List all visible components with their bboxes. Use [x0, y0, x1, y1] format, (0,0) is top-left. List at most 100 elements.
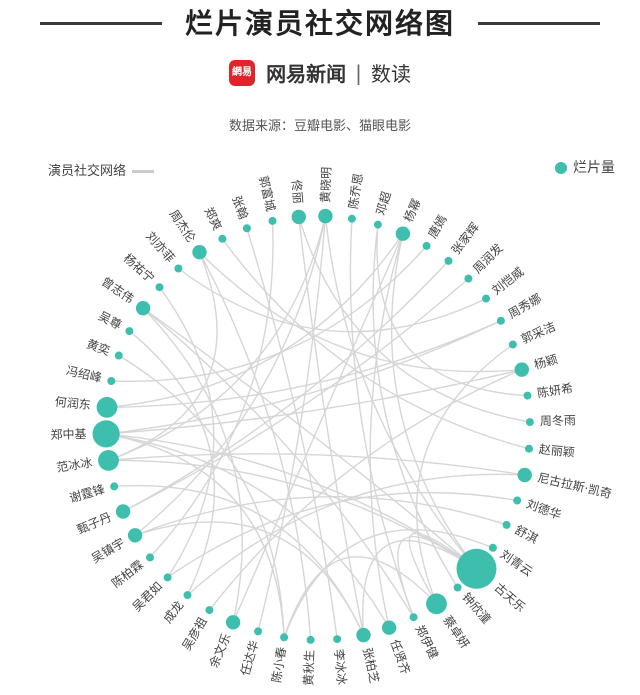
label-layer: 黄晓明 陈乔恩 邓超 杨幂唐嫣 张家辉周润发刘恺威周秀娜郭采洁杨颖陈妍希周冬雨赵丽颖尼古… [50, 167, 613, 686]
actor-node [496, 316, 505, 325]
actor-label: 张柏芝 [360, 646, 382, 684]
actor-node [513, 496, 522, 505]
actor-label: 吴镇宇 [89, 536, 127, 566]
actor-label: 古天乐 [492, 580, 529, 615]
actor-label: 任贤齐 [387, 637, 413, 676]
network-edge [122, 260, 450, 513]
actor-node [98, 450, 119, 471]
network-edge [108, 453, 525, 476]
actor-node [242, 224, 251, 233]
actor-label: 唐嫣 [424, 212, 449, 240]
actor-label: 张翰 [229, 193, 251, 221]
actor-label: 张家辉 [448, 219, 482, 257]
actor-label: 甄子丹 [75, 510, 114, 537]
network-edge [177, 267, 487, 333]
actor-node [218, 234, 227, 243]
network-edge [298, 216, 365, 636]
actor-label: 周杰伦 [167, 207, 200, 245]
actor-node [525, 418, 534, 427]
actor-label: 周冬雨 [540, 412, 576, 428]
actor-node [482, 294, 490, 303]
actor-label: 吴君如 [129, 578, 165, 614]
actor-label: 杨颖 [532, 351, 559, 372]
actor-node [268, 216, 277, 225]
actor-node [514, 362, 529, 377]
actor-label: 陈柏霖 [108, 557, 146, 591]
actor-label: 刘德华 [524, 496, 563, 522]
network-edge [134, 496, 507, 536]
actor-node [456, 548, 497, 589]
actor-label: 吴尊 [96, 308, 124, 332]
network-diagram: 黄晓明 陈乔恩 邓超 杨幂唐嫣 张家辉周润发刘恺威周秀娜郭采洁杨颖陈妍希周冬雨赵丽颖尼古… [50, 167, 613, 686]
actor-label: 陈妍希 [536, 380, 574, 400]
actor-label: 蔡卓妍 [440, 613, 472, 651]
actor-label: 佟丽 [289, 179, 306, 204]
actor-node [444, 256, 453, 265]
actor-label: 成龙 [161, 598, 187, 626]
actor-label: 杨幂 [400, 196, 423, 224]
actor-node [92, 420, 120, 448]
actor-label: 郑中基 [50, 426, 86, 442]
actor-node [523, 391, 532, 400]
actor-node [254, 627, 263, 636]
actor-node [205, 606, 214, 615]
actor-node [395, 226, 411, 241]
actor-node [146, 553, 154, 562]
actor-label: 刘青云 [498, 547, 536, 579]
actor-node [110, 482, 119, 491]
actor-node [356, 627, 371, 643]
actor-node [192, 245, 207, 260]
actor-node [502, 520, 511, 529]
network-edge [324, 216, 478, 570]
actor-node [488, 543, 497, 552]
actor-node [373, 220, 382, 229]
actor-node [517, 467, 532, 483]
actor-node [155, 283, 164, 292]
actor-label: 余文乐 [206, 631, 234, 670]
actor-label: 周润发 [470, 240, 506, 276]
actor-node [107, 377, 116, 385]
actor-node [183, 591, 192, 600]
actor-node [464, 274, 473, 283]
actor-label: 周秀娜 [506, 291, 544, 321]
actor-label: 郭采洁 [519, 319, 558, 346]
actor-node [127, 528, 143, 543]
network-edge [158, 286, 215, 578]
actor-node [306, 635, 315, 644]
actor-label: 范冰冰 [56, 455, 94, 474]
actor-label: 郑爽 [201, 205, 225, 233]
actor-label: 吴彦祖 [179, 614, 210, 653]
actor-label: 陈乔恩 [345, 172, 366, 210]
actor-node [347, 214, 356, 223]
actor-node [525, 444, 533, 453]
actor-label: 尼古拉斯·凯奇 [536, 470, 613, 501]
actor-node [422, 241, 431, 250]
actor-node [125, 327, 134, 336]
actor-label: 刘恺威 [489, 265, 526, 298]
actor-node [333, 635, 342, 644]
actor-node [381, 620, 397, 635]
actor-label: 黄晓明 [318, 167, 333, 203]
actor-label: 郭富城 [256, 174, 278, 212]
actor-label: 郑伊健 [412, 622, 442, 661]
actor-label: 刘亦菲 [143, 228, 178, 265]
actor-node [114, 351, 123, 360]
actor-node [409, 613, 418, 622]
network-edge [257, 216, 327, 632]
network-edge [142, 307, 415, 618]
actor-node [280, 633, 289, 642]
actor-label: 冯绍峰 [65, 364, 103, 386]
actor-label: 黄奕 [85, 336, 113, 358]
actor-label: 李冰冰 [332, 648, 350, 685]
actor-label: 赵丽颖 [538, 442, 575, 459]
actor-label: 谢霆锋 [68, 481, 107, 505]
actor-node [115, 504, 131, 519]
actor-node [508, 340, 517, 349]
actor-label: 何润东 [54, 395, 91, 412]
actor-label: 陈小春 [268, 646, 289, 684]
actor-node [426, 593, 447, 615]
actor-label: 曾志伟 [99, 274, 137, 306]
network-edge [390, 233, 478, 570]
actor-node [163, 573, 172, 582]
actor-node [318, 208, 333, 224]
